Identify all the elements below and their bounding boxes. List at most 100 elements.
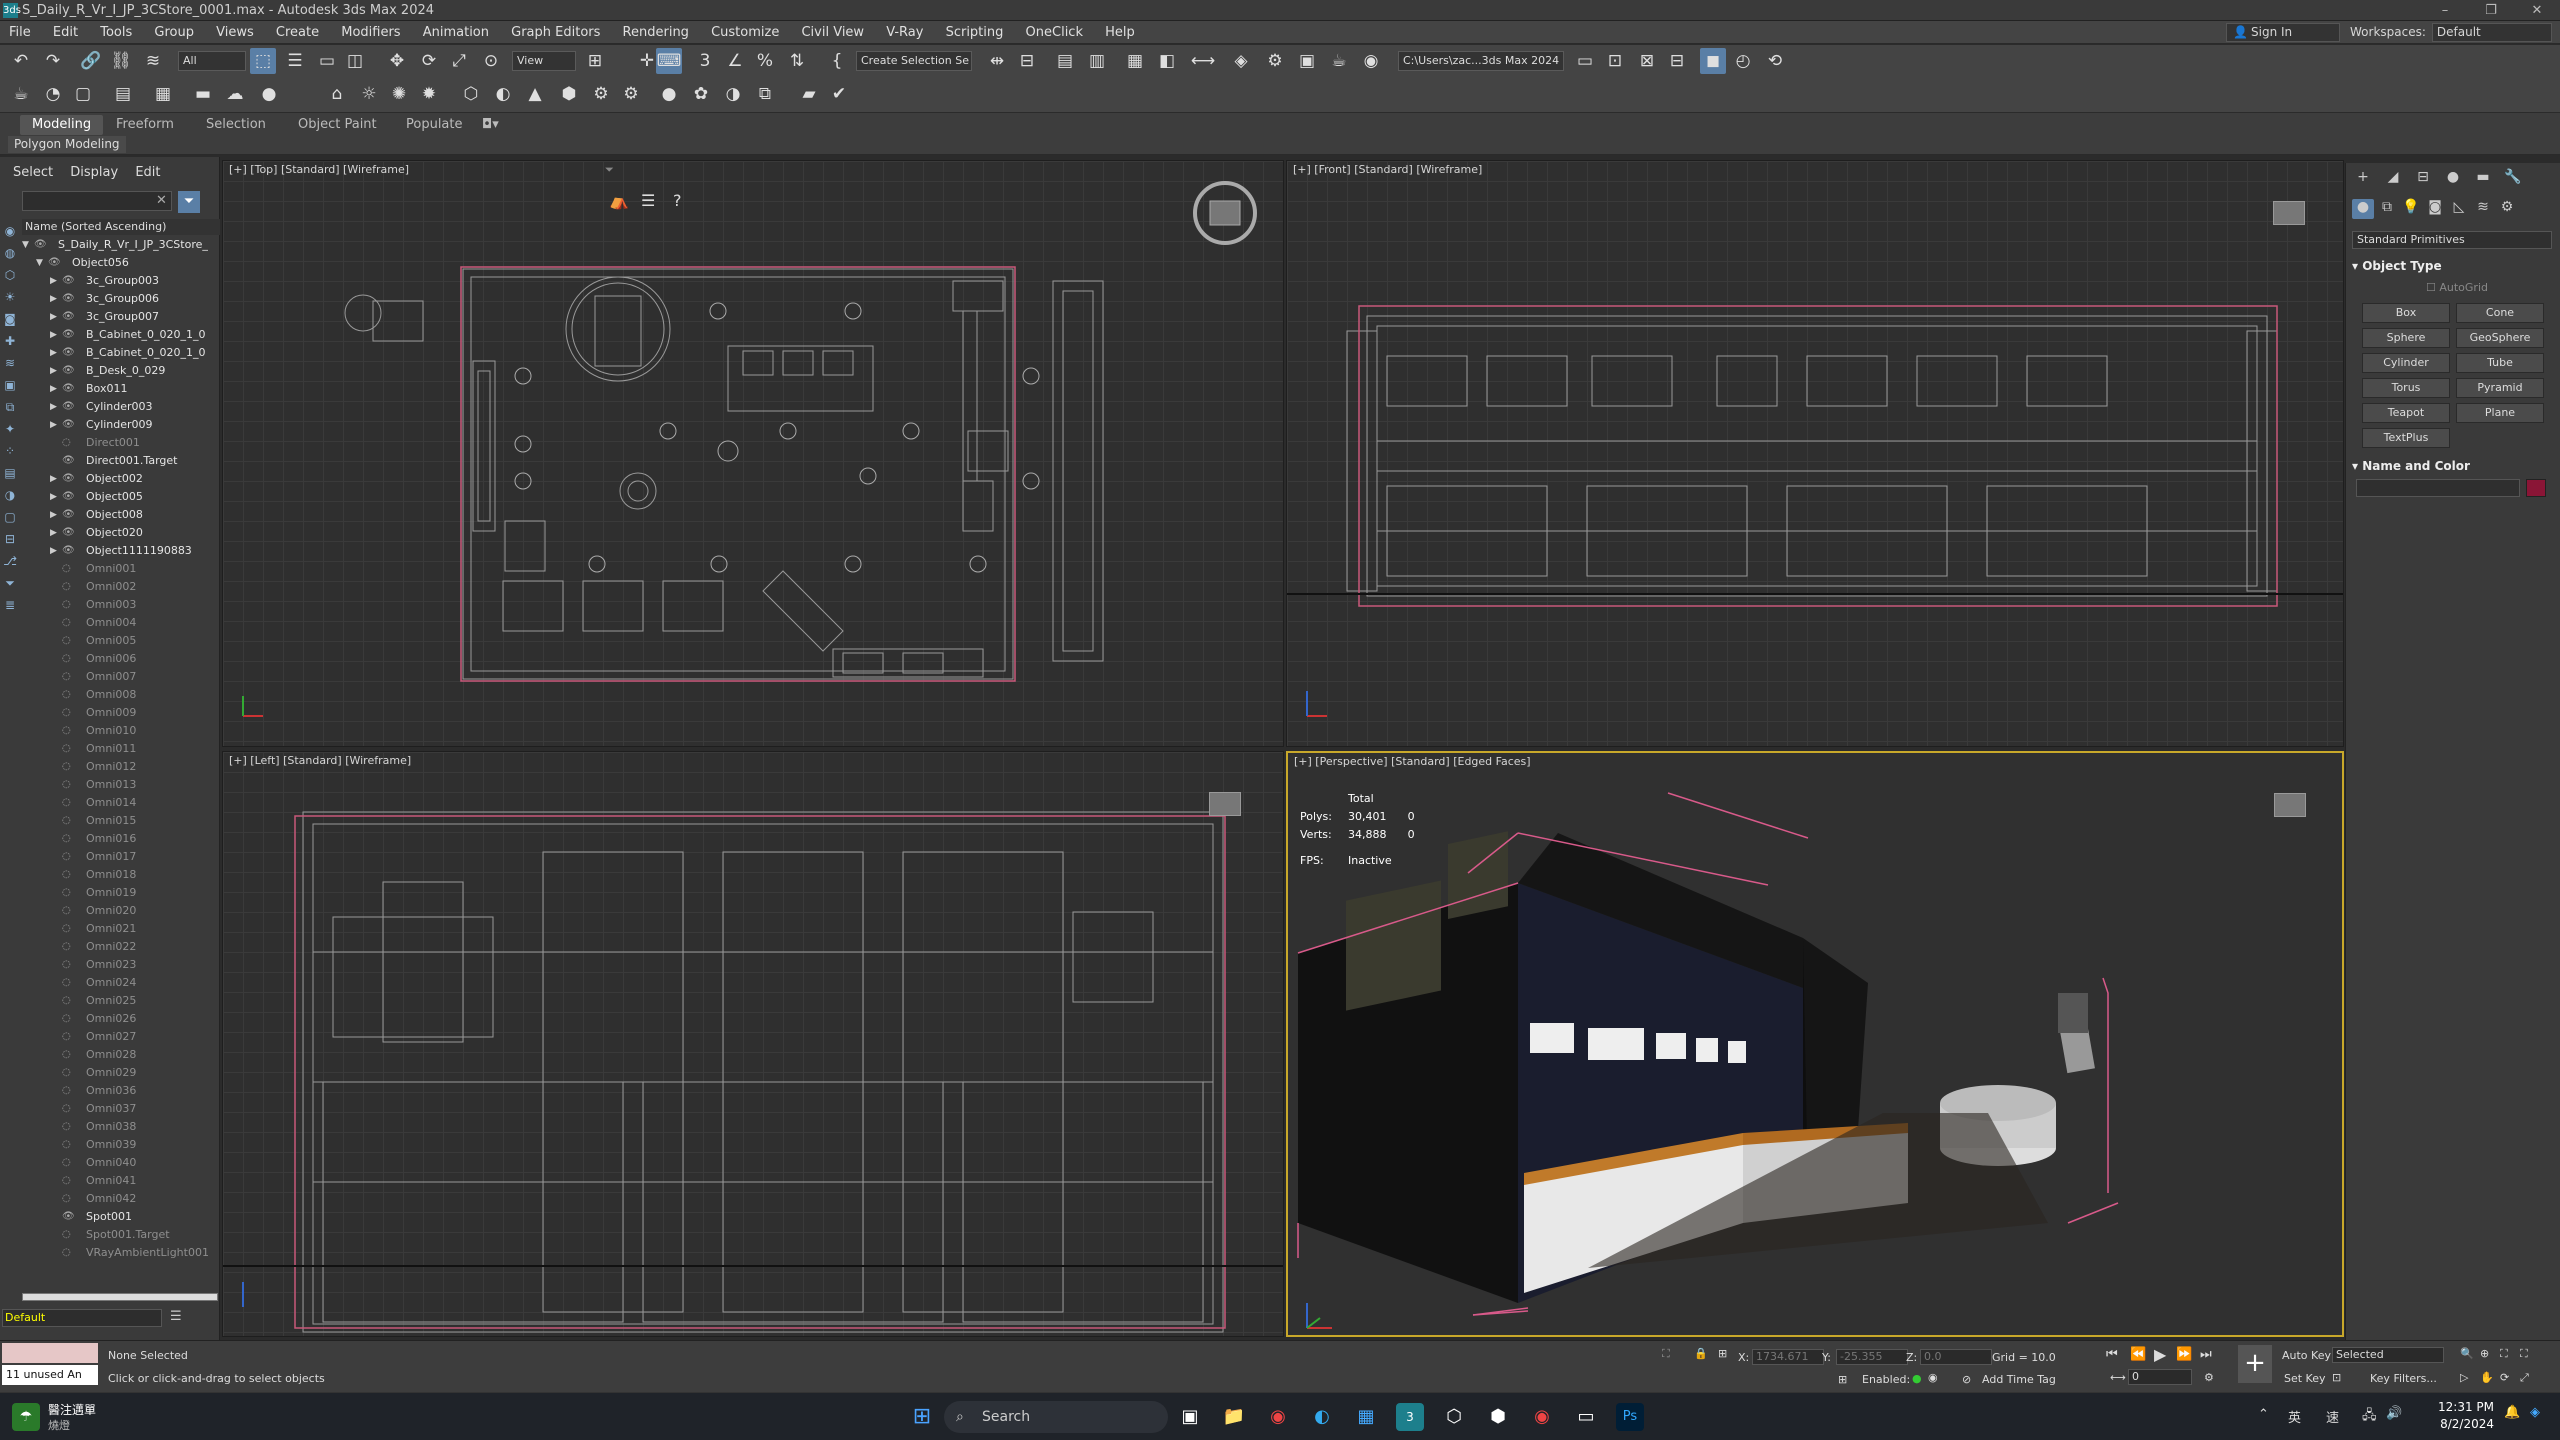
vray-light-lister-icon[interactable]: ▤	[110, 81, 136, 107]
visibility-eye-icon[interactable]: ◌	[62, 974, 71, 992]
key-filter-icon[interactable]: ⊡	[2332, 1371, 2341, 1384]
hierarchy-tab-icon[interactable]: ⊟	[2412, 169, 2434, 189]
viewcube-left[interactable]	[1209, 792, 1241, 816]
named-selection-dropdown[interactable]: Create Selection Se	[856, 51, 972, 71]
tree-row[interactable]: ◌ Omni042	[22, 1190, 220, 1208]
visibility-eye-icon[interactable]: 👁	[62, 344, 75, 362]
toggle-scene-explorer-icon[interactable]: ▤	[1052, 48, 1078, 74]
render-icon[interactable]: ☕	[1326, 48, 1352, 74]
cameras-icon[interactable]: ◙	[2424, 199, 2446, 219]
visibility-eye-icon[interactable]: ◌	[62, 830, 71, 848]
tree-row[interactable]: ◌ Omni012	[22, 758, 220, 776]
tree-row[interactable]: ◌ Omni013	[22, 776, 220, 794]
viewport-front[interactable]: [+] [Front] [Standard] [Wireframe]	[1286, 160, 2344, 747]
expand-arrow-icon[interactable]: ▶	[50, 506, 57, 524]
x-coordinate-field[interactable]: 1734.671	[1752, 1349, 1824, 1365]
tree-row[interactable]: ▶ 👁 3c_Group007	[22, 308, 220, 326]
pivot-icon[interactable]: ⊞	[582, 48, 608, 74]
sphere-button[interactable]: Sphere	[2362, 328, 2450, 348]
vray-dome-light-icon[interactable]: ☁	[222, 81, 248, 107]
tree-row[interactable]: ◌ VRayAmbientLight001	[22, 1244, 220, 1262]
close-button[interactable]: ✕	[2514, 0, 2560, 21]
expand-arrow-icon[interactable]: ▶	[50, 488, 57, 506]
utilities-tab-icon[interactable]: 🔧	[2502, 169, 2524, 189]
visibility-eye-icon[interactable]: ◌	[62, 1172, 71, 1190]
menu-views[interactable]: Views	[207, 21, 263, 44]
menu-rendering[interactable]: Rendering	[614, 21, 698, 44]
teapot-button[interactable]: Teapot	[2362, 403, 2450, 423]
viewport-perspective[interactable]: [+] [Perspective] [Standard] [Edged Face…	[1286, 751, 2344, 1337]
expand-arrow-icon[interactable]: ▶	[50, 416, 57, 434]
tree-row[interactable]: ◌ Omni026	[22, 1010, 220, 1028]
tree-row[interactable]: ▶ 👁 B_Desk_0_029	[22, 362, 220, 380]
tree-row[interactable]: ▶ 👁 Object1111190883	[22, 542, 220, 560]
tab-modeling[interactable]: Modeling	[20, 115, 104, 135]
visibility-eye-icon[interactable]: ◌	[62, 884, 71, 902]
tree-row[interactable]: 👁 Spot001	[22, 1208, 220, 1226]
percent-snap-icon[interactable]: %	[752, 48, 778, 74]
tree-row[interactable]: ◌ Omni009	[22, 704, 220, 722]
vray-enmesh-icon[interactable]: ⚙	[618, 81, 644, 107]
set-key-button[interactable]: Set Key	[2284, 1372, 2326, 1385]
visibility-eye-icon[interactable]: ◌	[62, 650, 71, 668]
menu-modifiers[interactable]: Modifiers	[332, 21, 409, 44]
undo-icon[interactable]: ↶	[8, 48, 34, 74]
ribbon-options-icon[interactable]: ◘▾	[478, 115, 503, 135]
systems-icon[interactable]: ⚙	[2496, 199, 2518, 219]
ref-coord-dropdown[interactable]: View	[512, 51, 576, 71]
column-header-name[interactable]: Name (Sorted Ascending)	[22, 219, 220, 235]
cone-button[interactable]: Cone	[2456, 303, 2544, 323]
tree-row[interactable]: 👁 Direct001.Target	[22, 452, 220, 470]
app-icon-2[interactable]: ⬢	[1484, 1403, 1512, 1431]
visibility-eye-icon[interactable]: ◌	[62, 1028, 71, 1046]
visibility-eye-icon[interactable]: 👁	[62, 308, 75, 326]
scale-icon[interactable]: ⤢	[446, 48, 472, 74]
tree-row[interactable]: ◌ Omni022	[22, 938, 220, 956]
tab-object-paint[interactable]: Object Paint	[286, 115, 389, 135]
vray-plane-icon[interactable]: ▲	[522, 81, 548, 107]
display-bones-icon[interactable]: ✦	[2, 421, 18, 437]
polygon-modeling-panel[interactable]: Polygon Modeling	[8, 136, 126, 153]
visibility-eye-icon[interactable]: 👁	[48, 254, 61, 272]
clock-icon[interactable]: ◴	[1730, 48, 1756, 74]
toggle-panel-icon[interactable]: ◼	[1700, 48, 1726, 74]
goto-start-icon[interactable]: ⏮	[2106, 1347, 2118, 1362]
visibility-eye-icon[interactable]: 👁	[62, 470, 75, 488]
tree-row[interactable]: ▼ 👁 S_Daily_R_Vr_I_JP_3CStore_	[22, 236, 220, 254]
tree-row[interactable]: ▶ 👁 Box011	[22, 380, 220, 398]
visibility-eye-icon[interactable]: ◌	[62, 794, 71, 812]
terminal-icon[interactable]: ▭	[1572, 1403, 1600, 1431]
autogrid-checkbox[interactable]: ☐ AutoGrid	[2426, 281, 2488, 294]
curve-editor-icon[interactable]: ◧	[1154, 48, 1180, 74]
collapse-arrow-icon[interactable]: ▼	[36, 254, 43, 272]
viewport-top[interactable]: [+] [Top] [Standard] [Wireframe] ⏷ ⛺ ☰ ?	[222, 160, 1284, 747]
vray-fur-icon[interactable]: ◐	[490, 81, 516, 107]
material-editor-icon[interactable]: ◈	[1228, 48, 1254, 74]
zoom-extents-icon[interactable]: ⛶	[2500, 1347, 2508, 1361]
expand-arrow-icon[interactable]: ▶	[50, 326, 57, 344]
vray-ambient-icon[interactable]: ☼	[356, 81, 382, 107]
orbit-icon[interactable]: ⟳	[2500, 1371, 2509, 1384]
display-children-icon[interactable]: ⊟	[2, 531, 18, 547]
unused-animation-field[interactable]: 11 unused An	[2, 1365, 98, 1385]
tree-row[interactable]: ▶ 👁 Cylinder009	[22, 416, 220, 434]
tree-row[interactable]: ◌ Omni037	[22, 1100, 220, 1118]
time-configuration-icon[interactable]: ⚙	[2204, 1371, 2214, 1384]
visibility-eye-icon[interactable]: ◌	[62, 920, 71, 938]
modify-tab-icon[interactable]: ◢	[2382, 169, 2404, 189]
vray-clipper-icon[interactable]: ⚙	[588, 81, 614, 107]
tree-row[interactable]: ▶ 👁 Object008	[22, 506, 220, 524]
visibility-eye-icon[interactable]: ◌	[62, 866, 71, 884]
edge-icon[interactable]: ◐	[1308, 1403, 1336, 1431]
vray-logo-icon[interactable]: ✔	[826, 81, 852, 107]
layer-dropdown[interactable]: Default	[2, 1309, 162, 1327]
tree-row[interactable]: ◌ Omni020	[22, 902, 220, 920]
selection-set-dropdown[interactable]: Selected	[2332, 1347, 2444, 1363]
link-icon[interactable]: 🔗	[78, 48, 104, 74]
expand-arrow-icon[interactable]: ▶	[50, 344, 57, 362]
photoshop-icon[interactable]: Ps	[1616, 1403, 1644, 1431]
spacewarps-icon[interactable]: ≋	[2472, 199, 2494, 219]
workspaces-dropdown[interactable]: Default	[2431, 23, 2552, 42]
y-coordinate-field[interactable]: -25.355	[1836, 1349, 1908, 1365]
set-key-big-button[interactable]: +	[2238, 1345, 2272, 1383]
